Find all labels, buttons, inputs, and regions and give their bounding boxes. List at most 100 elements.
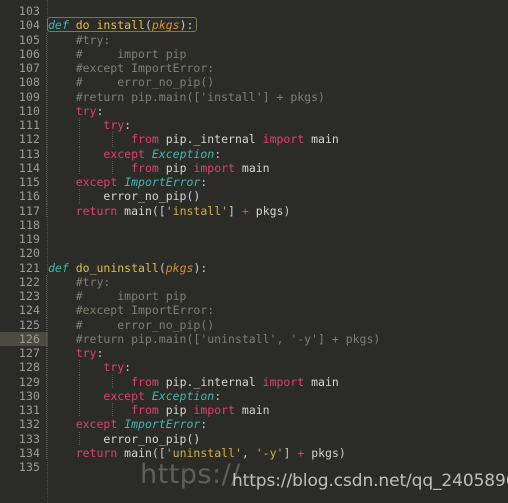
code-text: except Exception: — [48, 389, 221, 403]
token-cmt: # import pip — [48, 46, 187, 61]
token-pykw: try — [75, 103, 97, 118]
code-line[interactable]: 113 except Exception: — [0, 146, 508, 161]
line-number: 123 — [18, 289, 40, 303]
code-line[interactable]: 114 from pip import main — [0, 160, 508, 175]
watermark-url: https://blog.csdn.net/qq_24058965 — [232, 471, 508, 491]
token-id: pkgs — [304, 445, 339, 460]
line-number: 115 — [18, 175, 40, 189]
token-cmt: # error_no_pip() — [48, 75, 215, 90]
token-id — [48, 446, 76, 460]
token-punc: ) — [338, 445, 346, 460]
line-number: 134 — [18, 445, 40, 460]
code-line[interactable]: 120 — [0, 246, 508, 260]
code-line[interactable]: 124 #except ImportError: — [0, 303, 508, 318]
line-number: 131 — [18, 403, 40, 417]
token-id: pkgs — [248, 203, 284, 218]
token-id — [48, 204, 76, 218]
code-line[interactable]: 108 # error_no_pip() — [0, 75, 508, 90]
code-line[interactable]: 133 error_no_pip() — [0, 431, 508, 446]
token-pykw: from — [131, 403, 159, 417]
indent-guide — [46, 32, 47, 47]
code-editor[interactable]: 103 104 def do_install(pkgs): 105 #try: 106 … — [0, 0, 508, 503]
code-line[interactable]: 127 try: — [0, 346, 508, 361]
code-line[interactable]: 118 — [0, 218, 508, 232]
code-line[interactable]: 106 # import pip — [0, 46, 508, 61]
code-line[interactable]: 121 def do_uninstall(pkgs): — [0, 261, 508, 275]
code-line[interactable]: 123 # import pip — [0, 289, 508, 304]
token-punc: , — [241, 445, 256, 460]
code-text: from pip import main — [48, 161, 270, 175]
code-line[interactable]: 135 — [0, 460, 508, 474]
token-cmt: #except ImportError: — [48, 303, 215, 318]
token-punc: : — [96, 346, 104, 360]
indent-guide — [46, 175, 47, 190]
token-id: main — [234, 403, 270, 417]
token-punc: ] — [228, 203, 242, 218]
line-number: 120 — [18, 246, 40, 261]
code-line[interactable]: 103 — [0, 4, 508, 18]
code-line[interactable]: 131 from pip import main — [0, 403, 508, 418]
token-cls: Exception — [151, 146, 215, 161]
token-punc: : — [214, 388, 222, 403]
token-pykw: import — [262, 374, 305, 389]
token-id: pip — [158, 403, 194, 417]
token-pykw: try — [75, 346, 97, 360]
code-line[interactable]: 134 return main(['uninstall', '-y'] + pk… — [0, 445, 508, 460]
token-cmt: #try: — [48, 274, 111, 289]
indent-guide — [46, 203, 47, 218]
code-line[interactable]: 117 return main(['install'] + pkgs) — [0, 203, 508, 218]
token-pykw: from — [131, 160, 159, 175]
code-text: # import pip — [48, 289, 187, 303]
indent-guide — [46, 160, 47, 175]
token-str: '-y' — [255, 445, 284, 460]
code-text: error_no_pip() — [48, 189, 200, 203]
indent-guide — [46, 189, 47, 204]
line-number: 125 — [18, 317, 40, 332]
code-text: #return pip.main(['install'] + pkgs) — [48, 90, 325, 104]
code-text: from pip import main — [48, 403, 270, 417]
code-line[interactable]: 115 except ImportError: — [0, 175, 508, 190]
code-line[interactable]: 126 #return pip.main(['uninstall', '-y']… — [0, 331, 508, 346]
token-cls: Exception — [151, 388, 215, 403]
code-line[interactable]: 111 try: — [0, 118, 508, 133]
code-text: error_no_pip() — [48, 432, 200, 446]
code-line[interactable]: 130 except Exception: — [0, 388, 508, 403]
code-line[interactable]: 125 # error_no_pip() — [0, 317, 508, 332]
token-id: error_no_pip() — [48, 431, 201, 446]
indent-guide — [46, 431, 47, 446]
code-line[interactable]: 109 #return pip.main(['install'] + pkgs) — [0, 89, 508, 104]
indent-guide — [46, 289, 47, 304]
code-text: try: — [48, 103, 104, 118]
token-pykw: import — [193, 403, 235, 417]
code-text: try: — [48, 118, 131, 132]
code-line[interactable]: 112 from pip._internal import main — [0, 132, 508, 147]
code-line[interactable]: 107 #except ImportError: — [0, 61, 508, 76]
code-line[interactable]: 129 from pip._internal import main — [0, 374, 508, 389]
token-cmt: # error_no_pip() — [48, 317, 215, 332]
code-line[interactable]: 128 try: — [0, 360, 508, 375]
token-str: 'uninstall' — [165, 445, 242, 460]
line-number: 105 — [18, 32, 40, 47]
indent-guide — [46, 103, 47, 118]
line-number: 113 — [18, 146, 40, 161]
code-text: except ImportError: — [48, 417, 208, 431]
code-text: from pip._internal import main — [48, 132, 339, 146]
code-text: try: — [48, 360, 131, 374]
line-number: 103 — [18, 4, 40, 18]
token-punc: : — [200, 260, 208, 275]
code-line[interactable]: 122 #try: — [0, 274, 508, 289]
indent-guide — [46, 317, 47, 332]
code-line[interactable]: 132 except ImportError: — [0, 417, 508, 432]
line-number: 133 — [18, 431, 40, 446]
indent-guide — [46, 346, 47, 361]
code-line[interactable]: 119 — [0, 232, 508, 246]
token-id — [48, 147, 103, 161]
indent-guide — [46, 360, 47, 375]
code-line[interactable]: 116 error_no_pip() — [0, 189, 508, 204]
code-line[interactable]: 110 try: — [0, 103, 508, 118]
token-def: def — [48, 18, 69, 33]
token-pykw: except — [103, 146, 145, 161]
code-line[interactable]: 104 def do_install(pkgs): — [0, 18, 508, 32]
indent-guide — [46, 403, 47, 418]
code-line[interactable]: 105 #try: — [0, 32, 508, 47]
